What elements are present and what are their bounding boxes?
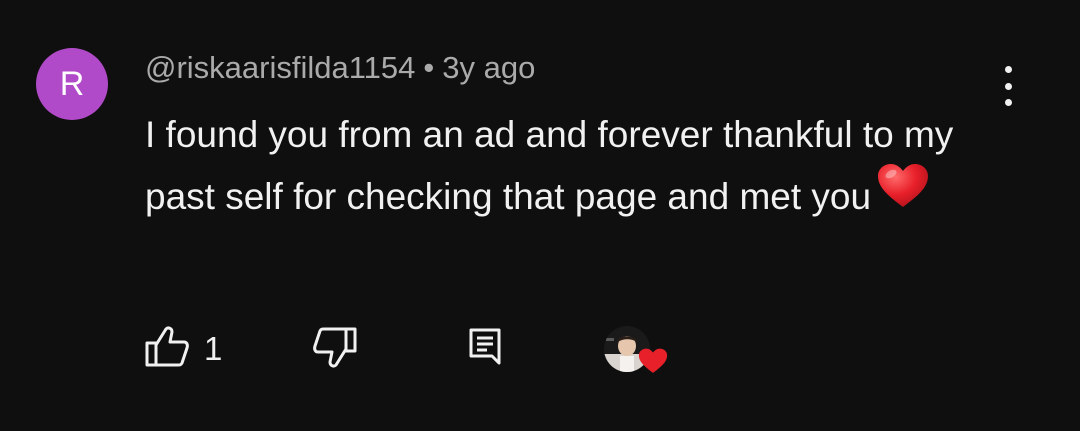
creator-heart-icon	[638, 348, 668, 379]
comment-header: @riskaarisfilda1154 • 3y ago	[145, 50, 535, 86]
comment-body: I found you from an ad and forever thank…	[145, 114, 954, 217]
like-button[interactable]: 1	[144, 325, 222, 373]
avatar-letter: R	[59, 64, 85, 103]
reply-button[interactable]	[468, 325, 502, 373]
heart-emoji-icon	[877, 163, 929, 228]
comment-text: I found you from an ad and forever thank…	[145, 104, 1025, 232]
thumbs-up-icon	[144, 324, 190, 375]
reply-icon	[468, 327, 502, 372]
author-handle[interactable]: @riskaarisfilda1154	[145, 50, 415, 85]
comment-thread: R @riskaarisfilda1154 • 3y ago I found you…	[0, 0, 1080, 431]
comment-timestamp[interactable]: 3y ago	[442, 50, 535, 85]
avatar[interactable]: R	[36, 48, 108, 120]
more-vert-icon[interactable]	[990, 62, 1026, 110]
thumbs-down-icon	[312, 324, 358, 375]
menu-dot	[1004, 99, 1012, 106]
menu-dot	[1004, 82, 1012, 90]
like-count: 1	[204, 330, 223, 367]
dislike-button[interactable]	[312, 325, 358, 373]
creator-heart-badge	[604, 326, 670, 378]
meta-separator: •	[423, 50, 435, 85]
menu-dot	[1004, 66, 1012, 73]
